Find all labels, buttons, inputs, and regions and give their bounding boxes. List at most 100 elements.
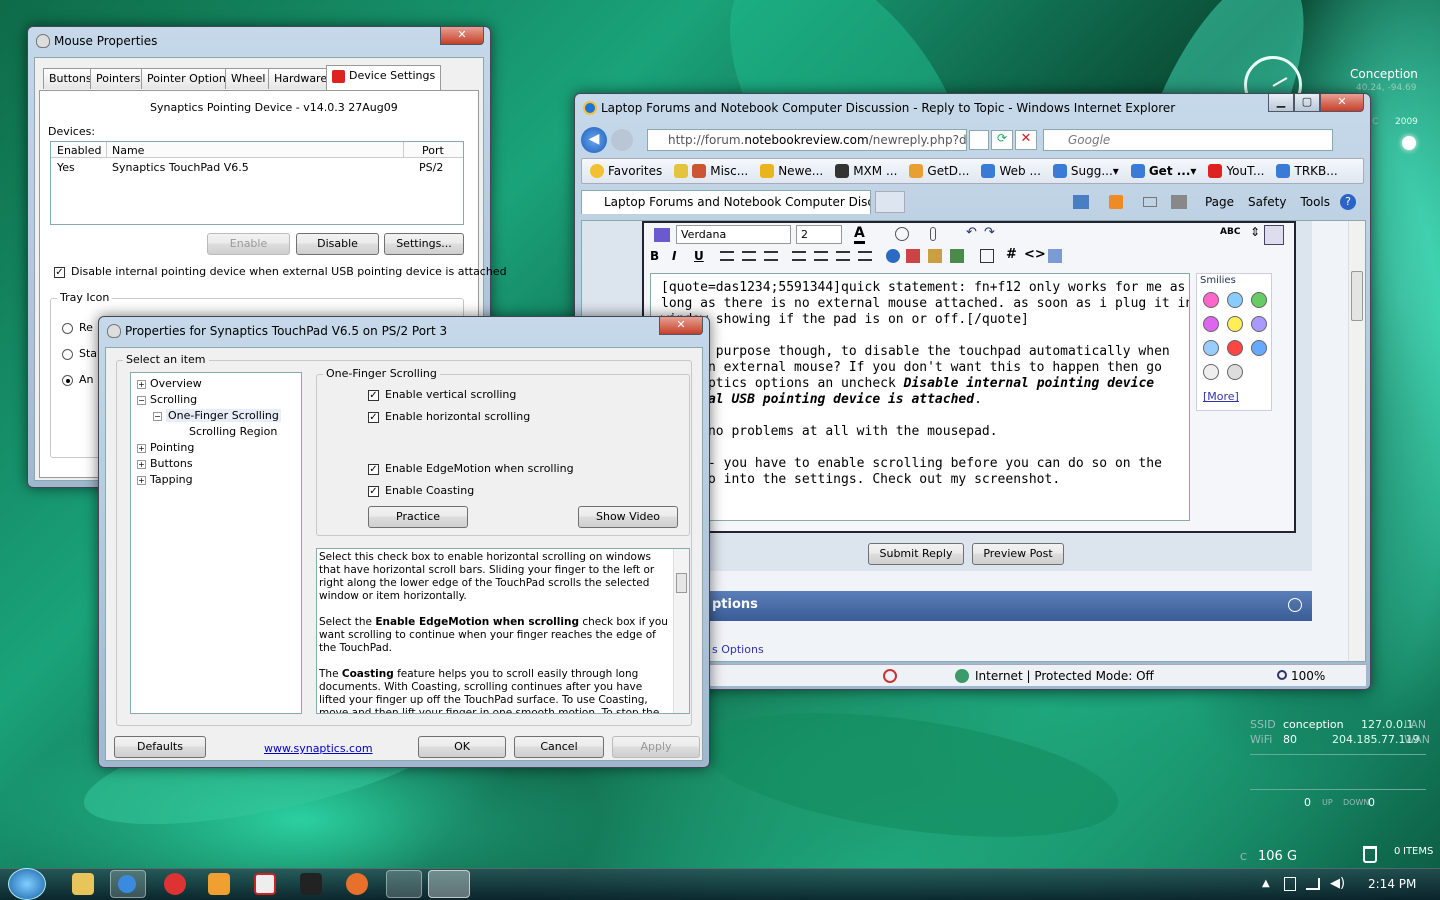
outdent-icon[interactable]	[836, 251, 850, 261]
bold-button[interactable]: B	[650, 249, 659, 263]
terminal-icon[interactable]	[300, 873, 322, 895]
expand-icon[interactable]: +	[137, 475, 146, 485]
unlink-icon[interactable]	[906, 249, 920, 263]
minimize-button[interactable]: ▁	[1268, 94, 1294, 112]
radio-option[interactable]: Sta	[62, 347, 97, 360]
collapse-icon[interactable]: −	[153, 411, 162, 421]
help-icon[interactable]: ?	[1340, 194, 1356, 210]
smiley-icon[interactable]	[1227, 292, 1243, 308]
horizontal-scroll-checkbox[interactable]: ✓ Enable horizontal scrolling	[368, 410, 530, 423]
checkbox[interactable]: ✓	[368, 389, 379, 401]
synaptics-titlebar[interactable]: Properties for Synaptics TouchPad V6.5 o…	[99, 317, 709, 345]
scroll-thumb[interactable]	[1351, 271, 1363, 321]
show-video-button[interactable]: Show Video	[578, 506, 678, 528]
coasting-checkbox[interactable]: ✓ Enable Coasting	[368, 484, 474, 497]
size-select[interactable]: 2	[796, 225, 842, 244]
compat-view-icon[interactable]	[969, 130, 989, 150]
device-name[interactable]: Synaptics TouchPad V6.5	[112, 161, 249, 174]
print-icon[interactable]	[1170, 195, 1187, 209]
volume-icon[interactable]: ◀)	[1330, 876, 1345, 891]
resize-icon[interactable]: ⇕	[1250, 225, 1260, 239]
align-right-icon[interactable]	[764, 251, 778, 261]
undo-icon[interactable]: ↶	[966, 225, 977, 240]
fav-item[interactable]: MXM ...	[835, 164, 897, 178]
fav-item[interactable]: Sugg... ▾	[1052, 164, 1119, 178]
mail-icon[interactable]	[1142, 197, 1157, 207]
smiley-icon[interactable]	[1203, 340, 1219, 356]
disable-internal-checkbox[interactable]: ✓ Disable internal pointing device when e…	[54, 265, 507, 278]
spellcheck-icon[interactable]: ABC	[1220, 227, 1240, 237]
tree-item-overview[interactable]: + Overview	[137, 377, 202, 390]
address-bar[interactable]: http://forum. notebookreview.com/newreply…	[647, 129, 967, 151]
tab-pointer-options[interactable]: Pointer Options	[141, 68, 238, 89]
zoom-level[interactable]: 100%	[1291, 669, 1325, 683]
favorites-button[interactable]: Favorites	[590, 164, 662, 178]
forward-button[interactable]	[611, 129, 633, 151]
more-smilies-link[interactable]: [More]	[1203, 390, 1239, 403]
media-player-icon[interactable]	[208, 873, 230, 895]
radio-option[interactable]: Re	[62, 321, 93, 334]
close-button[interactable]: ✕	[659, 317, 703, 335]
radio-option[interactable]: An	[62, 373, 94, 386]
checkbox[interactable]: ✓	[368, 485, 379, 497]
tree-item-pointing[interactable]: + Pointing	[137, 441, 194, 454]
enable-button[interactable]: Enable	[207, 233, 290, 255]
align-center-icon[interactable]	[742, 251, 756, 261]
submit-reply-button[interactable]: Submit Reply	[868, 543, 964, 565]
scroll-thumb[interactable]	[676, 573, 687, 593]
mouse-titlebar[interactable]: Mouse Properties	[28, 27, 490, 55]
smiley-icon[interactable]	[1251, 316, 1267, 332]
message-editor[interactable]: [quote=das1234;5591344]quick statement: …	[650, 273, 1190, 521]
tree-item-scrolling[interactable]: − Scrolling	[137, 393, 197, 406]
recycle-bin-icon[interactable]	[1363, 846, 1377, 863]
fav-item[interactable]: GetD...	[909, 164, 969, 178]
synaptics-link[interactable]: www.synaptics.com	[264, 742, 373, 755]
devices-list[interactable]: Enabled Name Port Yes Synaptics TouchPad…	[50, 141, 464, 225]
hash-icon[interactable]: #	[1006, 247, 1017, 262]
smiley-icon[interactable]	[1203, 292, 1219, 308]
smiley-icon[interactable]	[1227, 316, 1243, 332]
fav-item[interactable]: Misc...	[674, 164, 748, 178]
tree-item-tapping[interactable]: + Tapping	[137, 473, 193, 486]
new-tab-button[interactable]	[875, 191, 905, 213]
indent-icon[interactable]	[858, 251, 872, 261]
align-left-icon[interactable]	[720, 251, 734, 261]
expand-icon[interactable]: +	[137, 459, 146, 469]
php-icon[interactable]	[1048, 249, 1062, 263]
smiley-icon[interactable]	[1251, 292, 1267, 308]
quote-icon[interactable]	[980, 249, 994, 263]
checkbox[interactable]: ✓	[368, 463, 379, 475]
network-tray-icon[interactable]	[1306, 878, 1320, 890]
device-enabled[interactable]: Yes	[57, 161, 75, 174]
close-button[interactable]: ✕	[1320, 94, 1364, 112]
collapse-icon[interactable]: −	[137, 395, 146, 405]
link-icon[interactable]	[886, 249, 900, 263]
checkbox[interactable]: ✓	[368, 411, 379, 423]
app-icon[interactable]	[386, 870, 422, 898]
smiley-icon[interactable]	[1227, 364, 1243, 380]
preview-post-button[interactable]: Preview Post	[972, 543, 1064, 565]
smiley-insert-icon[interactable]	[895, 227, 909, 241]
search-box[interactable]: Google	[1043, 129, 1333, 151]
image-icon[interactable]	[928, 249, 942, 263]
tab-wheel[interactable]: Wheel	[225, 68, 272, 89]
home-icon[interactable]	[1072, 195, 1089, 209]
tools-menu[interactable]: Tools	[1300, 195, 1330, 209]
tab-device-settings[interactable]: Device Settings	[326, 65, 442, 90]
close-button[interactable]: ✕	[440, 27, 484, 45]
synaptics-properties-window[interactable]: Properties for Synaptics TouchPad V6.5 o…	[98, 316, 710, 768]
browser-tab[interactable]: Laptop Forums and Notebook Computer Disc…	[581, 190, 871, 214]
font-select[interactable]: Verdana	[676, 225, 791, 244]
page-menu[interactable]: Page	[1205, 195, 1234, 209]
defaults-button[interactable]: Defaults	[114, 736, 206, 758]
rss-icon[interactable]	[1108, 195, 1123, 209]
radio[interactable]	[62, 322, 73, 334]
col-name[interactable]: Name	[112, 144, 144, 157]
device-port[interactable]: PS/2	[419, 161, 443, 174]
tab-hardware[interactable]: Hardware	[268, 68, 334, 89]
settings-button[interactable]: Settings...	[384, 233, 464, 255]
numbered-list-icon[interactable]	[792, 251, 806, 261]
gmail-icon[interactable]	[254, 873, 276, 895]
refresh-button[interactable]: ⟳	[991, 130, 1013, 150]
ok-button[interactable]: OK	[418, 736, 506, 758]
